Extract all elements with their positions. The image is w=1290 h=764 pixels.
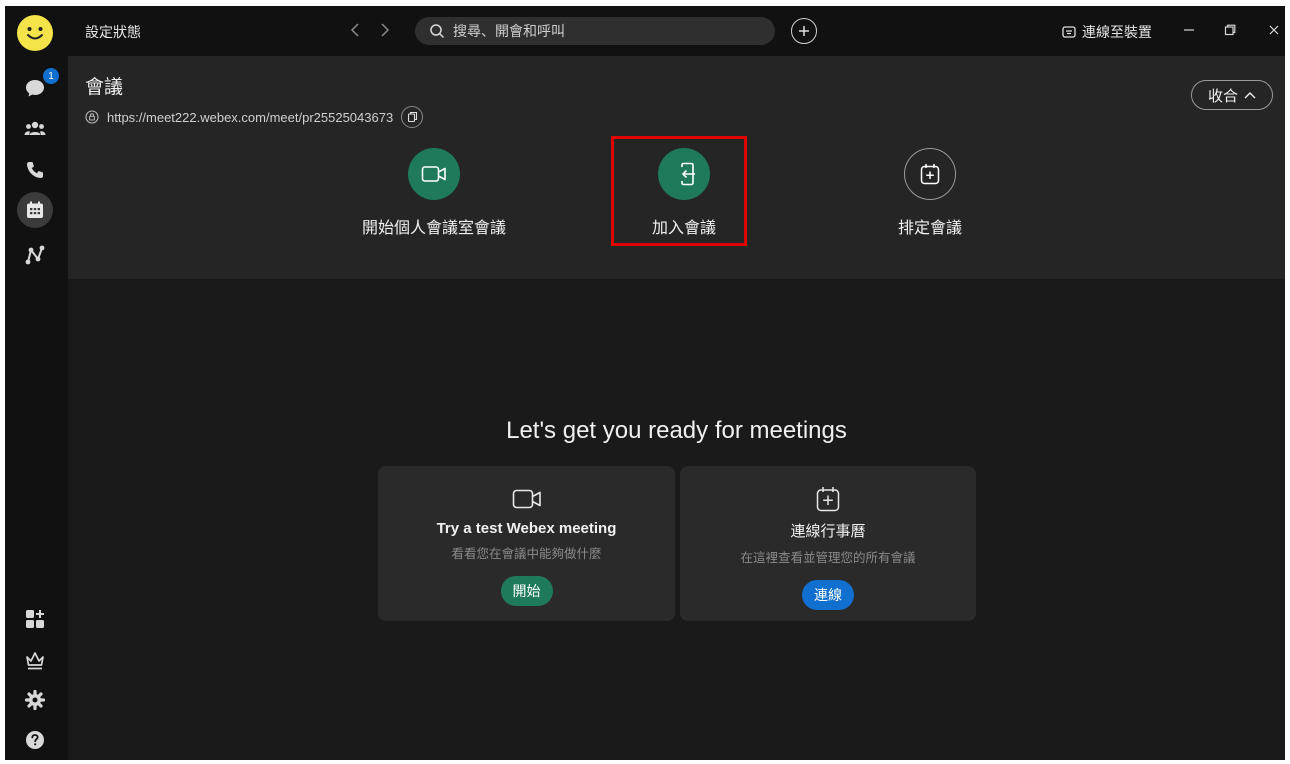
plus-icon xyxy=(799,26,809,36)
start-personal-room-label: 開始個人會議室會議 xyxy=(361,218,506,237)
sidebar-item-teams[interactable] xyxy=(19,112,51,144)
start-meeting-circle[interactable] xyxy=(408,148,460,200)
connect-calendar-subtitle: 在這裡查看並管理您的所有會議 xyxy=(740,550,916,565)
crown-icon xyxy=(26,652,44,670)
connect-calendar-button[interactable]: 連線 xyxy=(802,580,854,610)
chevron-left-icon xyxy=(350,23,359,37)
lock-icon xyxy=(85,110,99,124)
close-button[interactable] xyxy=(1262,18,1285,42)
page-title: 會議 xyxy=(85,76,124,98)
calling-icon xyxy=(27,162,43,178)
collapse-button[interactable]: 收合 xyxy=(1191,80,1273,110)
sidebar-item-settings[interactable] xyxy=(19,684,51,716)
video-camera-icon xyxy=(512,489,541,509)
sidebar-item-calling[interactable] xyxy=(19,154,51,186)
sidebar-item-upgrade[interactable] xyxy=(19,644,51,676)
smiley-icon xyxy=(27,27,43,40)
meeting-url[interactable]: https://meet222.webex.com/meet/pr2552504… xyxy=(107,110,393,125)
device-icon xyxy=(1062,26,1076,38)
ready-title: Let's get you ready for meetings xyxy=(506,417,847,444)
title-bar: 設定狀態 搜尋、開會和呼叫 連線至裝置 xyxy=(68,6,1285,56)
close-icon xyxy=(1269,25,1279,35)
back-button[interactable] xyxy=(343,18,367,42)
sidebar-item-analytics[interactable] xyxy=(19,239,51,271)
start-test-button[interactable]: 開始 xyxy=(500,576,553,606)
calendar-add-icon xyxy=(816,487,840,512)
test-meeting-card: Try a test Webex meeting 看看您在會議中能夠做什麼 開始 xyxy=(378,466,675,621)
analytics-icon xyxy=(25,245,45,265)
start-personal-room-button[interactable]: 開始個人會議室會議 xyxy=(349,148,519,238)
minimize-button[interactable] xyxy=(1177,18,1201,42)
webex-app-window: 1 設定狀態 搜尋、開會和呼叫 連線至裝置 會議 https://meet222… xyxy=(5,6,1285,760)
main-content: Let's get you ready for meetings Try a t… xyxy=(68,279,1285,760)
test-meeting-title: Try a test Webex meeting xyxy=(436,520,617,537)
schedule-meeting-button[interactable]: 排定會議 xyxy=(875,148,985,238)
unread-badge: 1 xyxy=(43,68,59,84)
restore-icon xyxy=(1224,24,1236,36)
teams-icon xyxy=(24,121,46,135)
settings-icon xyxy=(24,689,46,711)
search-input[interactable]: 搜尋、開會和呼叫 xyxy=(415,17,775,45)
copy-link-button[interactable] xyxy=(401,106,424,128)
sidebar-item-messaging[interactable]: 1 xyxy=(19,68,59,104)
connect-device-button[interactable]: 連線至裝置 xyxy=(1062,22,1152,42)
set-status-button[interactable]: 設定狀態 xyxy=(85,22,141,42)
new-button[interactable] xyxy=(791,18,817,44)
sidebar-item-meetings[interactable] xyxy=(17,192,53,228)
calendar-add-icon xyxy=(920,164,940,185)
collapse-label: 收合 xyxy=(1207,86,1238,105)
schedule-meeting-label: 排定會議 xyxy=(897,218,962,237)
chevron-up-icon xyxy=(1244,92,1256,99)
copy-icon xyxy=(407,111,417,123)
sidebar: 1 xyxy=(5,6,68,760)
connect-calendar-card: 連線行事曆 在這裡查看並管理您的所有會議 連線 xyxy=(680,466,976,621)
forward-button[interactable] xyxy=(373,18,397,42)
meetings-icon xyxy=(27,201,43,218)
search-placeholder: 搜尋、開會和呼叫 xyxy=(453,24,565,40)
schedule-meeting-circle[interactable] xyxy=(904,148,956,200)
avatar[interactable] xyxy=(17,15,53,51)
test-meeting-subtitle: 看看您在會議中能夠做什麼 xyxy=(451,546,602,561)
chevron-right-icon xyxy=(381,23,390,37)
test-video-icon-wrap xyxy=(512,486,542,512)
calendar-icon-wrap xyxy=(816,486,840,512)
restore-button[interactable] xyxy=(1218,18,1242,42)
help-icon xyxy=(26,731,44,749)
video-camera-icon xyxy=(421,166,446,182)
connect-device-label: 連線至裝置 xyxy=(1082,25,1152,41)
connect-calendar-title: 連線行事曆 xyxy=(790,523,866,540)
personal-room-link: https://meet222.webex.com/meet/pr2552504… xyxy=(85,106,424,128)
minimize-icon xyxy=(1184,29,1194,31)
sidebar-item-help[interactable] xyxy=(19,724,51,756)
search-icon xyxy=(430,24,445,39)
messaging-icon xyxy=(26,80,44,97)
apps-icon xyxy=(26,610,44,628)
sidebar-item-apps[interactable] xyxy=(19,603,51,635)
join-meeting-highlight xyxy=(611,136,747,246)
